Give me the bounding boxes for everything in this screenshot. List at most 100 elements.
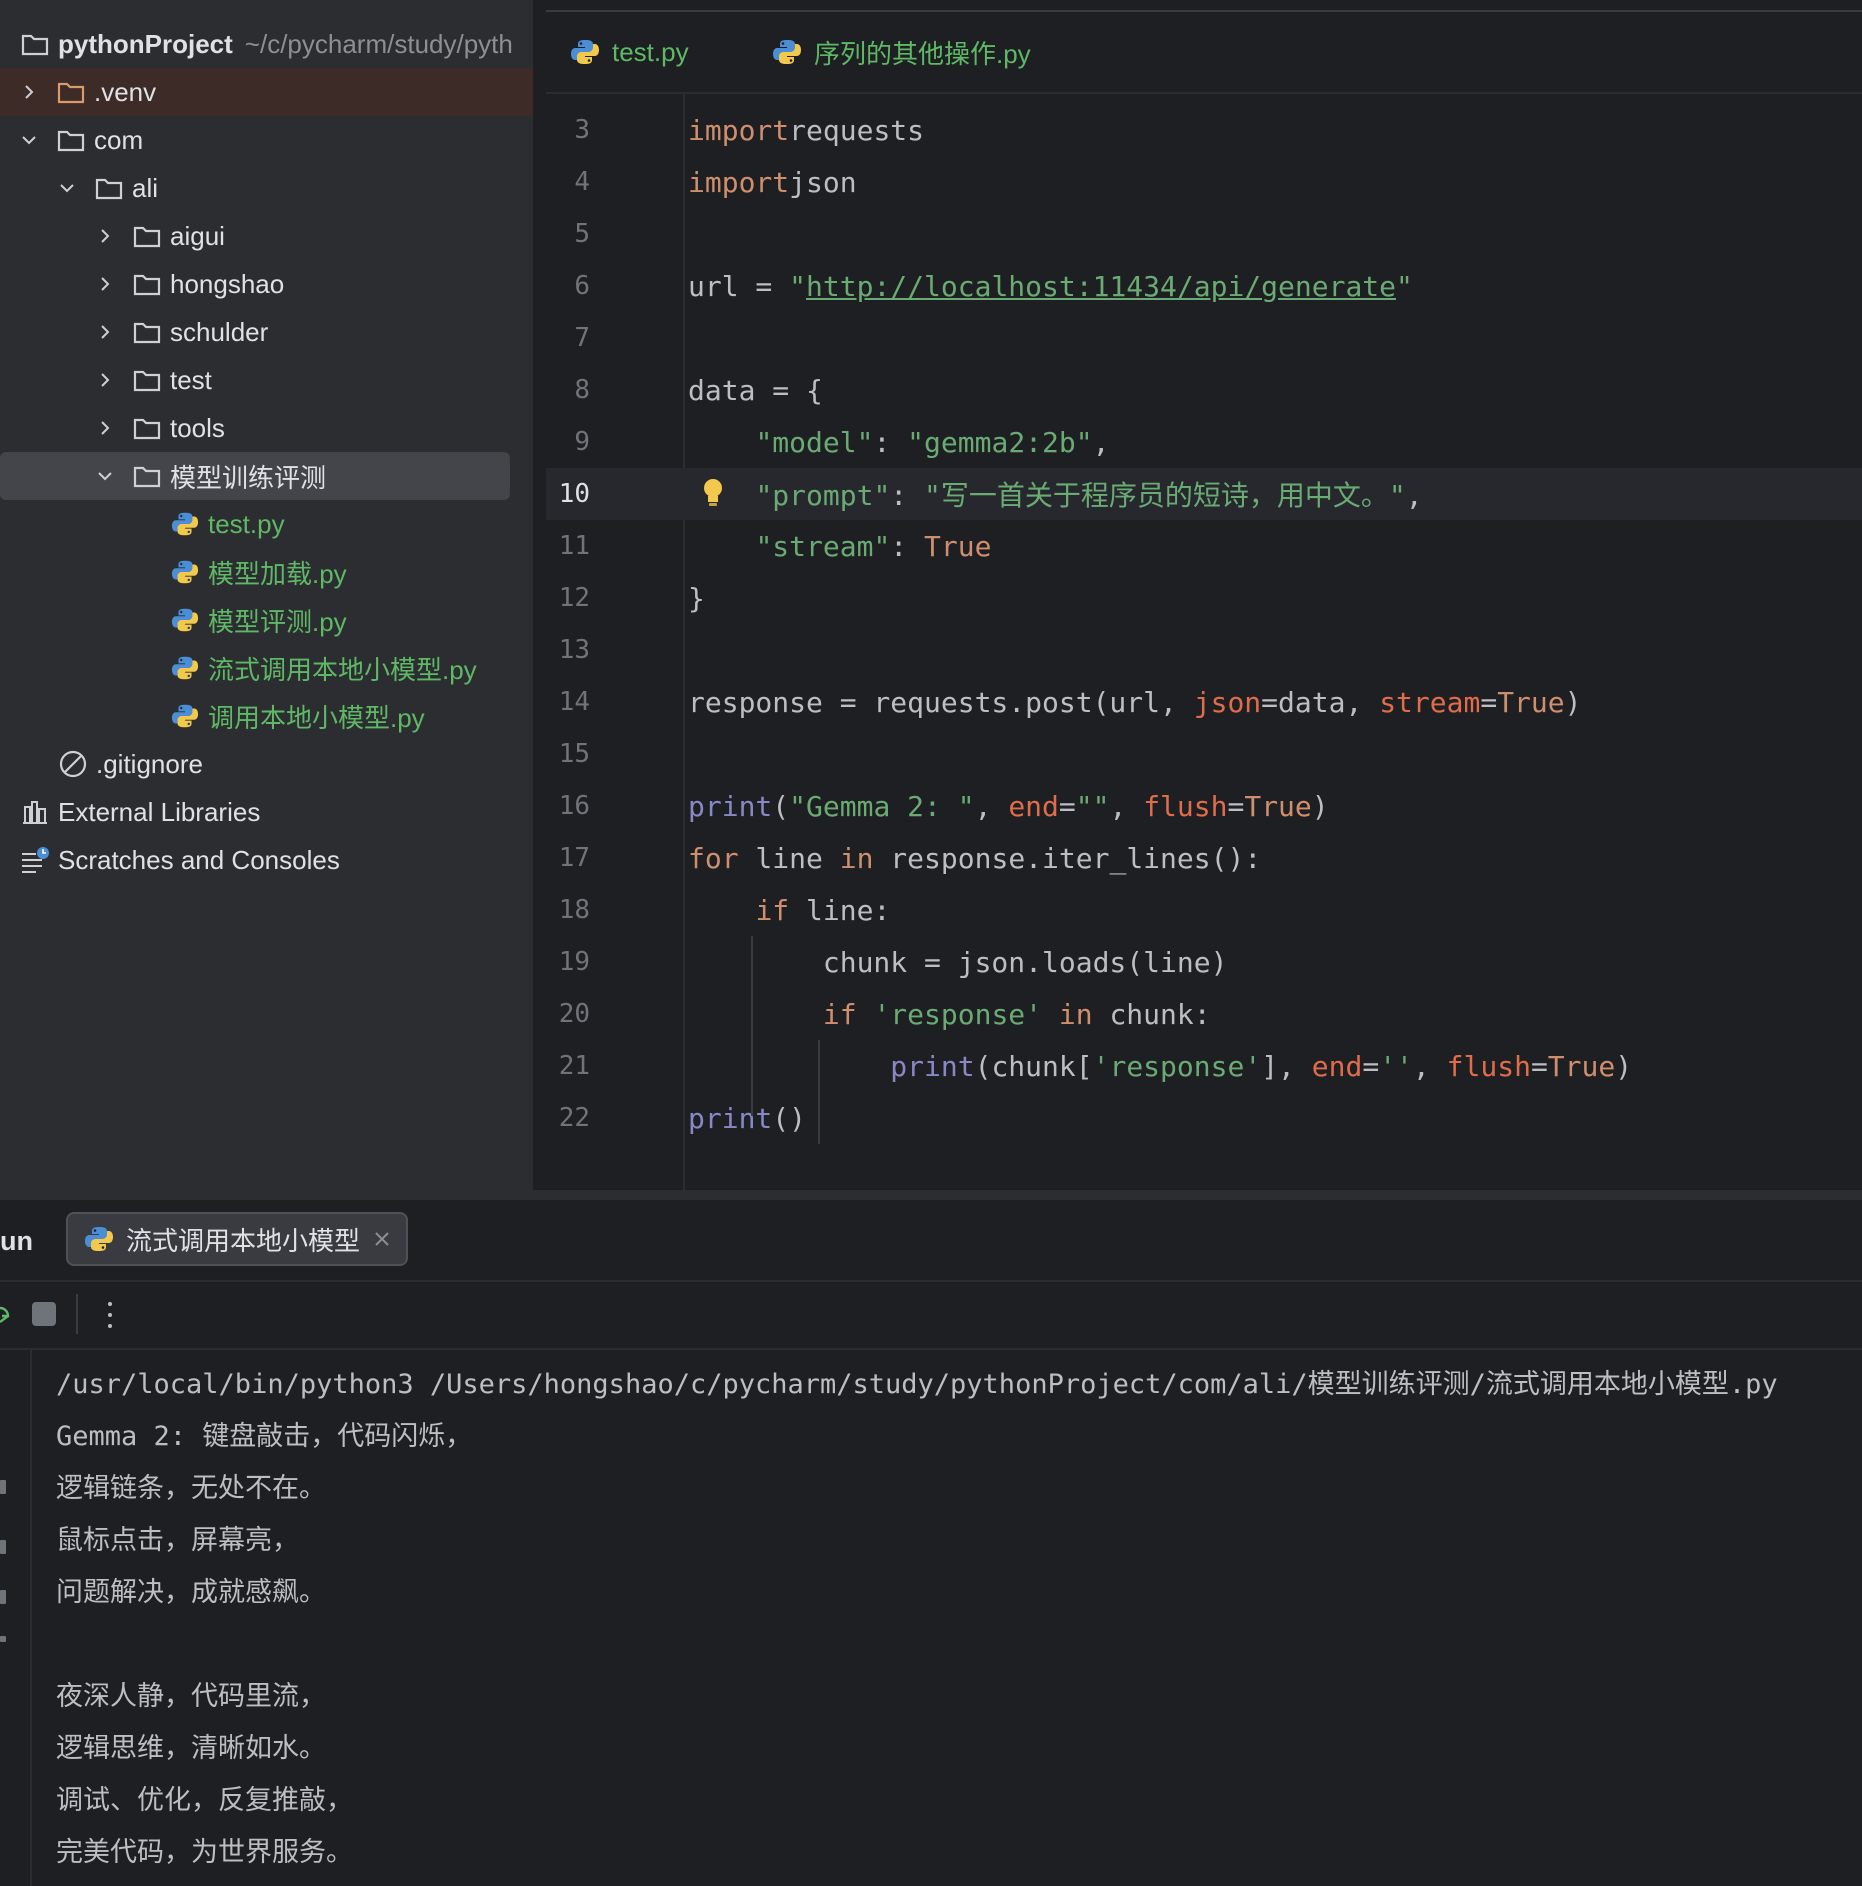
tree-item-16[interactable]: External Libraries [0,788,533,836]
line-number: 11 [558,531,590,561]
code-text: print("Gemma 2: ", end="", flush=True) [688,789,1329,823]
code-editor[interactable]: test.py 序列的其他操作.py 3 importrequests 4 impor… [546,0,1862,1190]
console-gutter [0,1350,32,1886]
code-line[interactable]: 5 [546,208,1862,260]
console-line: 完美代码，为世界服务。 [56,1837,353,1868]
console-line: 夜深人静，代码里流， [56,1681,326,1712]
code-line[interactable]: 20 if 'response' in chunk: [546,988,1862,1040]
project-root-row[interactable]: pythonProject ~/c/pycharm/study/pyth [0,20,533,68]
run-panel-header: un 流式调用本地小模型 [0,1200,1862,1282]
code-line[interactable]: 16 print("Gemma 2: ", end="", flush=True) [546,780,1862,832]
code-line[interactable]: 8 data = { [546,364,1862,416]
folder-icon [132,367,162,393]
code-line[interactable]: 18 if line: [546,884,1862,936]
line-number: 5 [574,219,590,249]
tree-item-15[interactable]: .gitignore [0,740,533,788]
line-number: 8 [574,375,590,405]
code-line[interactable]: 13 [546,624,1862,676]
chevron-down-icon[interactable] [58,179,76,197]
project-root-name: pythonProject [58,28,233,59]
tree-item-14[interactable]: 调用本地小模型.py [0,692,533,740]
tree-item-9[interactable]: 模型训练评测 [0,452,510,500]
code-line[interactable]: 10 "prompt": "写一首关于程序员的短诗，用中文。", [546,468,1862,520]
tree-item-label: External Libraries [58,796,261,827]
line-number: 15 [558,739,590,769]
tree-item-label: .venv [94,76,157,107]
python-icon [772,37,802,67]
rerun-icon[interactable] [0,1300,12,1330]
chevron-right-icon[interactable] [96,419,114,437]
code-line[interactable]: 19 chunk = json.loads(line) [546,936,1862,988]
sidebar-divider[interactable] [533,0,546,1190]
code-line[interactable]: 12} [546,572,1862,624]
line-number: 6 [574,271,590,301]
code-line[interactable]: 22 print() [546,1092,1862,1144]
tree-item-11[interactable]: 模型加载.py [0,548,533,596]
stop-button[interactable] [32,1302,56,1326]
code-line[interactable]: 11 "stream": True [546,520,1862,572]
python-icon [170,607,200,633]
gutter-marker [0,1540,6,1554]
line-number: 13 [558,635,590,665]
code-line[interactable]: 3 importrequests [546,104,1862,156]
tree-item-4[interactable]: aigui [0,212,533,260]
tree-item-5[interactable]: hongshao [0,260,533,308]
tab-label: test.py [612,36,689,67]
code-text: "prompt": "写一首关于程序员的短诗，用中文。", [755,479,1423,512]
lightbulb-icon[interactable] [702,478,724,508]
python-icon [170,559,200,585]
toolbar-separator [76,1294,78,1334]
code-line[interactable]: 17 for line in response.iter_lines(): [546,832,1862,884]
chevron-right-icon[interactable] [96,371,114,389]
line-number: 21 [558,1051,590,1081]
chevron-right-icon[interactable] [20,83,38,101]
code-text: url = "http://localhost:11434/api/genera… [688,269,1413,303]
tab-sequence-ops[interactable]: 序列的其他操作.py [772,32,1031,72]
console-line: 逻辑链条，无处不在。 [56,1473,326,1504]
chevron-right-icon[interactable] [96,227,114,245]
panel-separator[interactable] [0,1190,1862,1200]
console-line: /usr/local/bin/python3 /Users/hongshao/c… [56,1369,1778,1400]
folder-icon [94,175,124,201]
code-line[interactable]: 21 print(chunk['response'], end='', flus… [546,1040,1862,1092]
tree-item-1[interactable]: .venv [0,68,533,116]
run-tool-window-title: un [0,1226,33,1256]
line-number: 3 [574,115,590,145]
tree-item-2[interactable]: com [0,116,533,164]
code-line[interactable]: 7 [546,312,1862,364]
tree-item-17[interactable]: Scratches and Consoles [0,836,533,884]
gutter-marker [0,1480,6,1494]
chevron-right-icon[interactable] [96,323,114,341]
code-text: chunk = json.loads(line) [688,945,1228,979]
tree-item-13[interactable]: 流式调用本地小模型.py [0,644,533,692]
tab-label: 序列的其他操作.py [814,38,1031,69]
chevron-down-icon[interactable] [96,467,114,485]
code-line[interactable]: 14 response = requests.post(url, json=dat… [546,676,1862,728]
gutter-marker [0,1636,6,1642]
tree-item-6[interactable]: schulder [0,308,533,356]
scratches-icon [20,847,50,873]
tree-item-3[interactable]: ali [0,164,533,212]
tab-test-py[interactable]: test.py [570,32,689,72]
tree-item-label: test.py [208,508,285,539]
tree-item-7[interactable]: test [0,356,533,404]
close-icon[interactable] [370,1227,394,1251]
more-options-icon[interactable] [100,1298,120,1332]
code-line[interactable]: 4 importjson [546,156,1862,208]
run-toolbar [0,1282,1862,1350]
run-tab-label: 流式调用本地小模型 [126,1225,361,1256]
chevron-right-icon[interactable] [96,275,114,293]
code-line[interactable]: 9 "model": "gemma2:2b", [546,416,1862,468]
run-configuration-tab[interactable]: 流式调用本地小模型 [66,1212,408,1266]
tree-item-8[interactable]: tools [0,404,533,452]
folder-icon [132,223,162,249]
folder-icon [132,319,162,345]
code-line[interactable]: 15 [546,728,1862,780]
folder-icon [56,79,86,105]
tree-item-10[interactable]: test.py [0,500,533,548]
tree-item-label: 模型加载.py [208,558,347,589]
code-line[interactable]: 6 url = "http://localhost:11434/api/gener… [546,260,1862,312]
line-number: 7 [574,323,590,353]
tree-item-12[interactable]: 模型评测.py [0,596,533,644]
chevron-down-icon[interactable] [20,131,38,149]
